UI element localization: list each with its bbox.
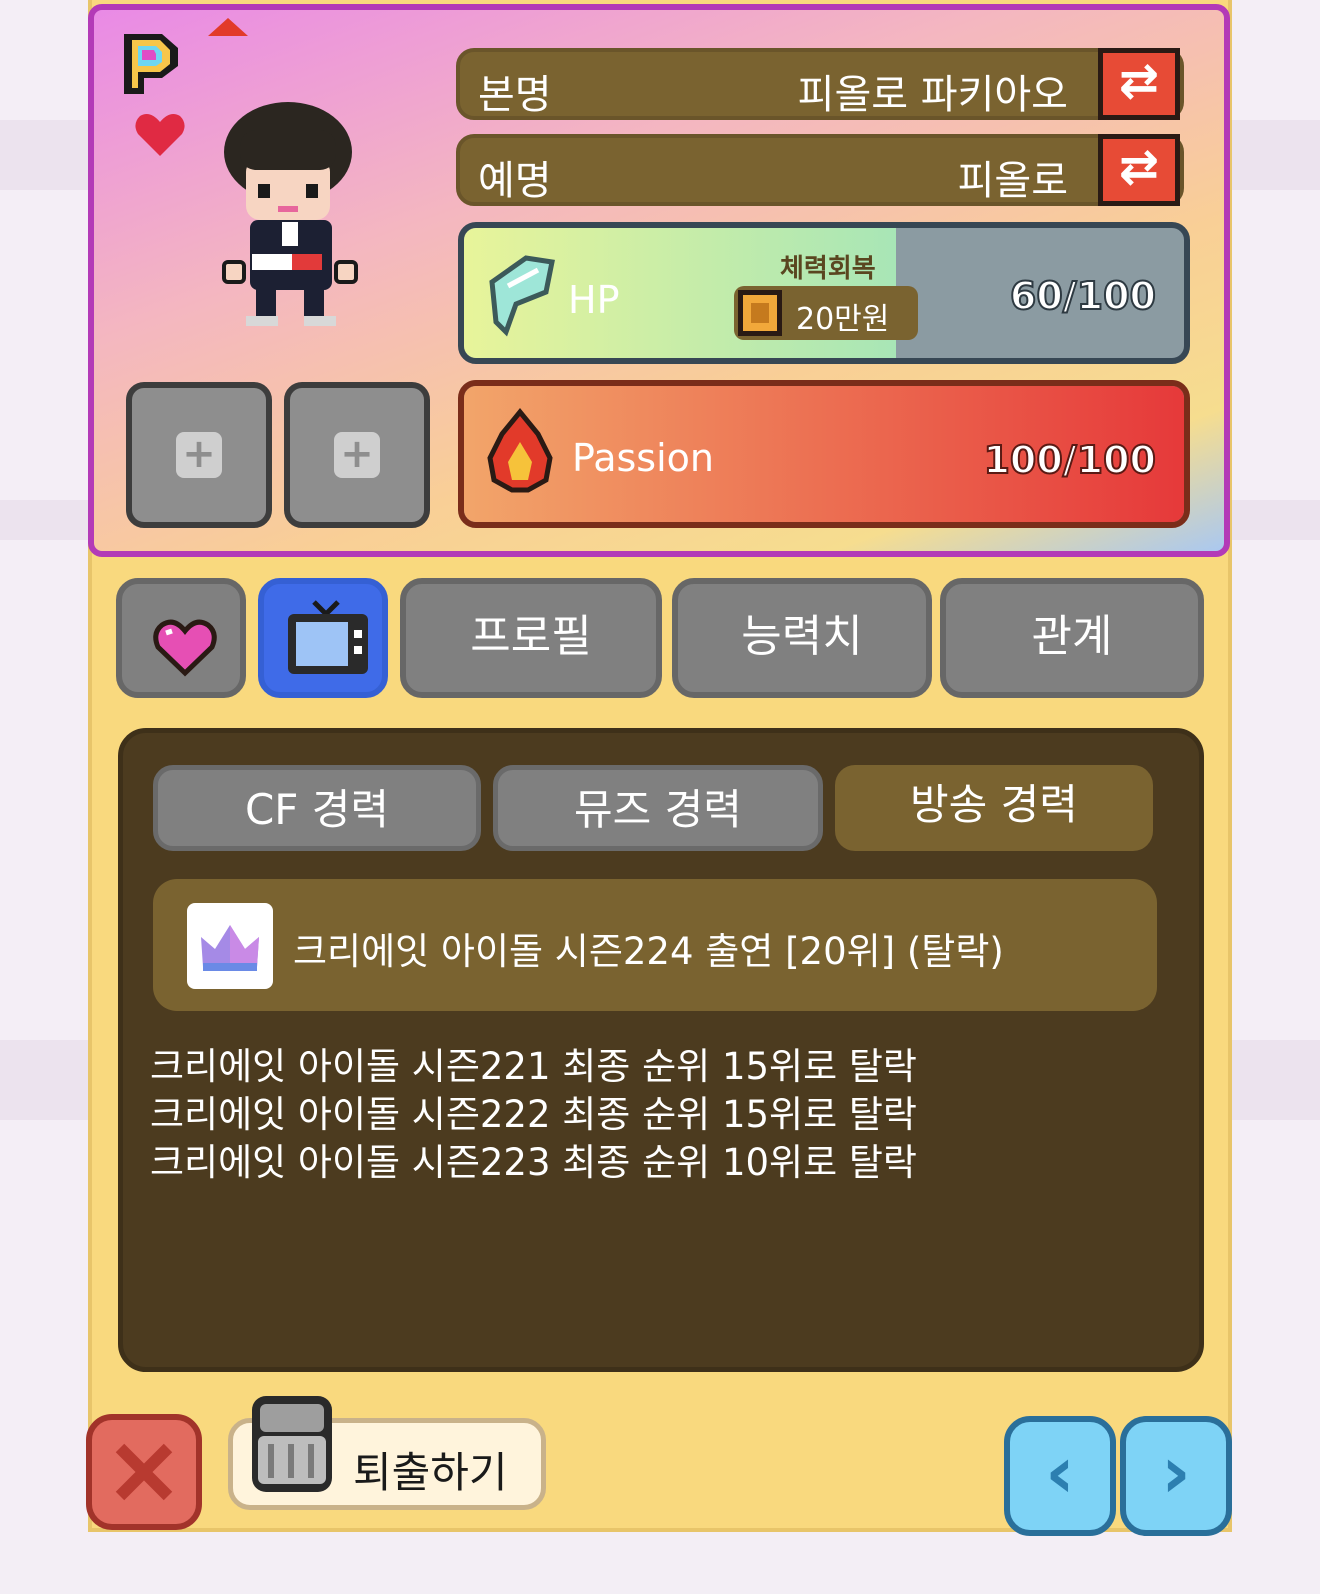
crown-icon [187, 903, 273, 989]
hp-recover-label: 체력회복 [780, 254, 876, 284]
item-slot-2[interactable]: + [284, 382, 430, 528]
history-item: 크리에잇 아이돌 시즌222 최종 순위 15위로 탈락 [150, 1093, 917, 1136]
tab-abilities[interactable]: 능력치 [672, 578, 932, 698]
p-logo-icon [120, 30, 182, 98]
tab-relations[interactable]: 관계 [940, 578, 1204, 698]
heart-icon [132, 110, 188, 160]
wing-icon [486, 252, 558, 338]
passion-bar: Passion 100/100 [458, 380, 1190, 528]
real-name-row: 본명 피올로 파키아오 ⇄ [456, 48, 1184, 120]
prev-button[interactable]: ‹ [1004, 1416, 1116, 1536]
tab-broadcast-career[interactable]: 방송 경력 [835, 765, 1153, 851]
next-button[interactable]: › [1120, 1416, 1232, 1536]
highlight-entry-text: 크리에잇 아이돌 시즌224 출연 [20위] (탈락) [293, 930, 1004, 973]
stage-name-row: 예명 피올로 ⇄ [456, 134, 1184, 206]
rank-up-icon [208, 18, 248, 36]
tab-favorite[interactable] [116, 578, 246, 698]
swap-icon: ⇄ [1118, 53, 1160, 109]
real-name-label: 본명 [478, 72, 552, 118]
tab-cf-career[interactable]: CF 경력 [153, 765, 481, 851]
hp-value: 60/100 [1009, 273, 1157, 319]
hp-recover-cost: 20만원 [796, 302, 890, 337]
coin-icon [738, 290, 782, 336]
dismiss-label: 퇴출하기 [353, 1448, 508, 1497]
chevron-right-icon: › [1161, 1430, 1191, 1514]
tab-profile[interactable]: 프로필 [400, 578, 662, 698]
hp-recover-button[interactable]: 20만원 [734, 286, 918, 340]
item-slot-1[interactable]: + [126, 382, 272, 528]
tab-abilities-label: 능력치 [741, 611, 863, 662]
tab-muse-career-label: 뮤즈 경력 [574, 785, 742, 834]
tab-cf-career-label: CF 경력 [244, 785, 390, 834]
avatar [220, 100, 360, 330]
close-icon [110, 1438, 178, 1506]
tab-broadcast-career-label: 방송 경력 [910, 780, 1078, 829]
change-real-name-button[interactable]: ⇄ [1098, 48, 1180, 120]
swap-icon: ⇄ [1118, 139, 1160, 195]
stage-name-value: 피올로 [957, 158, 1068, 204]
stage-name-label: 예명 [478, 158, 552, 204]
hp-label: HP [568, 278, 620, 322]
highlight-entry: 크리에잇 아이돌 시즌224 출연 [20위] (탈락) [153, 879, 1157, 1011]
history-item: 크리에잇 아이돌 시즌221 최종 순위 15위로 탈락 [150, 1045, 917, 1088]
close-button[interactable] [86, 1414, 202, 1530]
tab-broadcast[interactable] [258, 578, 388, 698]
tab-muse-career[interactable]: 뮤즈 경력 [493, 765, 823, 851]
hp-bar: HP 체력회복 20만원 60/100 [458, 222, 1190, 364]
change-stage-name-button[interactable]: ⇄ [1098, 134, 1180, 206]
trash-icon [244, 1392, 340, 1496]
tv-icon [284, 600, 372, 678]
history-item: 크리에잇 아이돌 시즌223 최종 순위 10위로 탈락 [150, 1141, 917, 1184]
real-name-value: 피올로 파키아오 [797, 72, 1068, 118]
heart-icon [152, 610, 218, 677]
character-card: + + 본명 피올로 파키아오 ⇄ 예명 피올로 ⇄ HP 체력회복 20만원 … [88, 4, 1230, 557]
tab-profile-label: 프로필 [470, 611, 592, 662]
plus-icon: + [334, 432, 380, 478]
bottom-strip [0, 1540, 1320, 1594]
tab-relations-label: 관계 [1031, 611, 1113, 662]
passion-label: Passion [572, 436, 714, 480]
chevron-left-icon: ‹ [1045, 1430, 1075, 1514]
plus-icon: + [176, 432, 222, 478]
flame-icon [482, 408, 558, 494]
passion-value: 100/100 [982, 437, 1157, 483]
